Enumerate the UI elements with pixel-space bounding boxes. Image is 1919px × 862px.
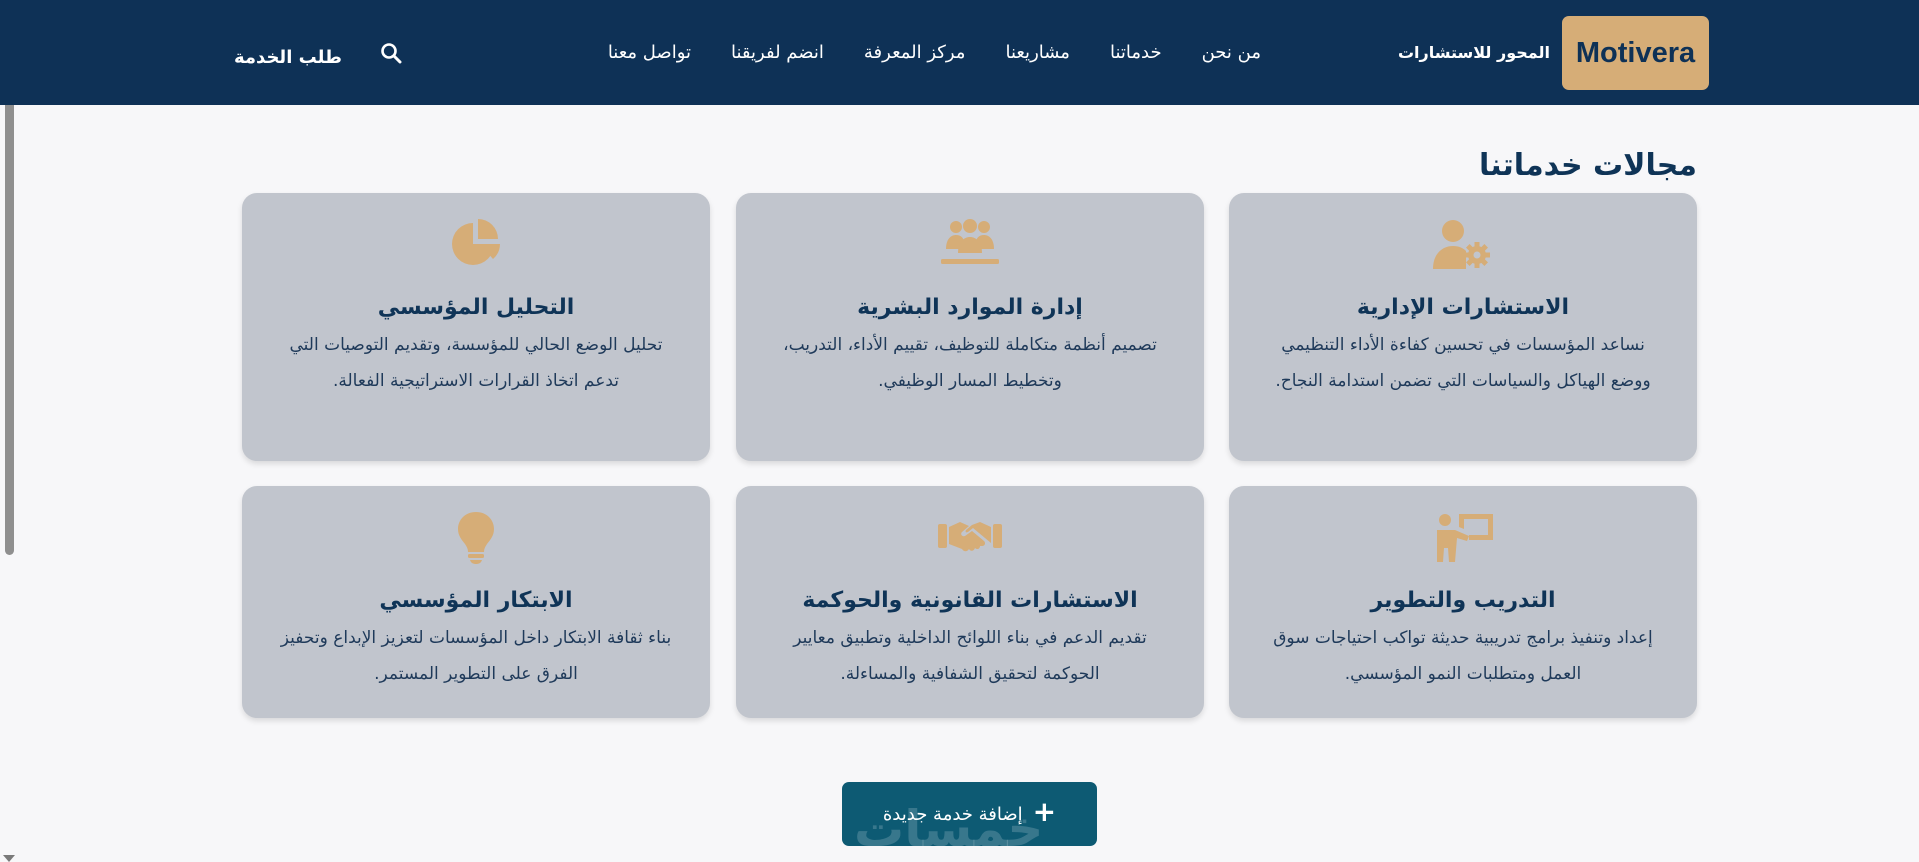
card-description: بناء ثقافة الابتكار داخل المؤسسات لتعزيز… bbox=[280, 628, 672, 684]
brand-tagline: المحور للاستشارات bbox=[1397, 43, 1550, 62]
top-navbar: Motivera المحور للاستشارات من نحن خدماتن… bbox=[0, 0, 1919, 105]
service-card-management-consulting[interactable]: الاستشارات الإدارية نساعد المؤسسات في تح… bbox=[1229, 193, 1697, 461]
request-service-link[interactable]: طلب الخدمة bbox=[234, 44, 342, 72]
service-card-human-resources[interactable]: إدارة الموارد البشرية تصميم أنظمة متكامل… bbox=[736, 193, 1204, 461]
pie-chart-icon bbox=[444, 217, 508, 271]
people-group-icon bbox=[938, 217, 1002, 271]
card-title: التحليل المؤسسي bbox=[377, 295, 575, 320]
card-description: نساعد المؤسسات في تحسين كفاءة الأداء الت… bbox=[1275, 335, 1651, 391]
card-description: تقديم الدعم في بناء اللوائح الداخلية وتط… bbox=[793, 628, 1147, 684]
nav-link-services[interactable]: خدماتنا bbox=[1110, 37, 1162, 69]
add-new-service-label: إضافة خدمة جديدة bbox=[882, 803, 1023, 825]
user-gear-icon bbox=[1431, 217, 1495, 271]
search-icon bbox=[381, 43, 402, 64]
card-title: الاستشارات الإدارية bbox=[1356, 295, 1570, 320]
scrollbar-thumb[interactable] bbox=[5, 105, 14, 555]
service-card-institutional-analysis[interactable]: التحليل المؤسسي تحليل الوضع الحالي للمؤس… bbox=[242, 193, 710, 461]
section-title: مجالات خدماتنا bbox=[1479, 148, 1697, 183]
presenter-board-icon bbox=[1431, 510, 1495, 564]
scroll-down-arrow-icon[interactable] bbox=[3, 855, 15, 862]
plus-icon: + bbox=[1032, 795, 1057, 828]
main-nav: من نحن خدماتنا مشاريعنا مركز المعرفة انض… bbox=[608, 37, 1261, 69]
card-title: الابتكار المؤسسي bbox=[379, 588, 573, 613]
card-description: تصميم أنظمة متكاملة للتوظيف، تقييم الأدا… bbox=[783, 335, 1157, 391]
card-title: التدريب والتطوير bbox=[1370, 588, 1556, 613]
nav-link-join-team[interactable]: انضم لفريقنا bbox=[731, 37, 824, 69]
handshake-icon bbox=[938, 510, 1002, 564]
add-new-service-button[interactable]: + إضافة خدمة جديدة خمسات bbox=[842, 782, 1097, 846]
service-card-innovation[interactable]: الابتكار المؤسسي بناء ثقافة الابتكار داخ… bbox=[242, 486, 710, 718]
nav-link-projects[interactable]: مشاريعنا bbox=[1005, 37, 1070, 69]
card-description: تحليل الوضع الحالي للمؤسسة، وتقديم التوص… bbox=[289, 335, 663, 391]
nav-link-knowledge-center[interactable]: مركز المعرفة bbox=[864, 37, 966, 69]
brand-logo[interactable]: Motivera bbox=[1562, 16, 1709, 90]
search-button[interactable] bbox=[378, 40, 404, 66]
card-title: إدارة الموارد البشرية bbox=[857, 295, 1083, 320]
card-description: إعداد وتنفيذ برامج تدريبية حديثة تواكب ا… bbox=[1273, 628, 1653, 684]
service-card-legal-governance[interactable]: الاستشارات القانونية والحوكمة تقديم الدع… bbox=[736, 486, 1204, 718]
nav-link-contact[interactable]: تواصل معنا bbox=[608, 37, 691, 69]
card-title: الاستشارات القانونية والحوكمة bbox=[802, 588, 1138, 613]
service-card-training-development[interactable]: التدريب والتطوير إعداد وتنفيذ برامج تدري… bbox=[1229, 486, 1697, 718]
lightbulb-icon bbox=[444, 510, 508, 564]
nav-link-about[interactable]: من نحن bbox=[1202, 37, 1261, 69]
